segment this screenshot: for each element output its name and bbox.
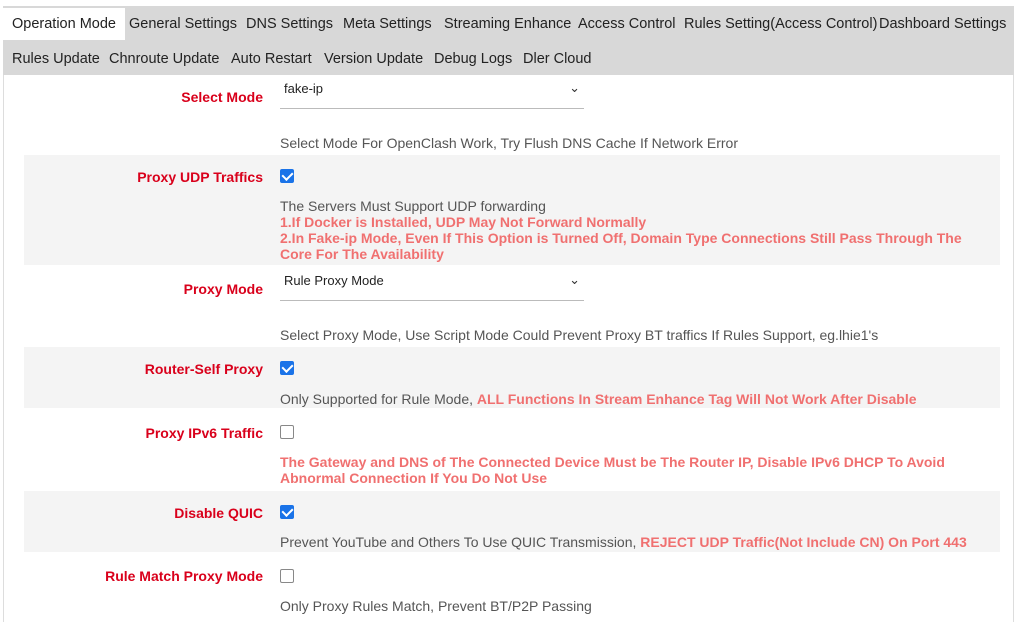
tab-chnroute-update[interactable]: Chnroute Update [100, 43, 228, 75]
proxy-mode-label: Proxy Mode [183, 281, 263, 297]
tab-auto-restart[interactable]: Auto Restart [222, 43, 321, 75]
chevron-down-icon: ⌄ [569, 80, 580, 95]
router-self-warn: ALL Functions In Stream Enhance Tag Will… [476, 391, 917, 407]
rule-match-label: Rule Match Proxy Mode [105, 568, 263, 584]
proxy-udp-label: Proxy UDP Traffics [137, 169, 263, 185]
tab-dashboard-settings[interactable]: Dashboard Settings [870, 8, 1015, 40]
proxy-udp-desc: The Servers Must Support UDP forwarding … [280, 198, 1000, 262]
ipv6-checkbox[interactable] [280, 425, 294, 439]
quic-desc: Prevent YouTube and Others To Use QUIC T… [280, 534, 1000, 550]
tab-dns-settings[interactable]: DNS Settings [237, 8, 342, 40]
ipv6-warn: The Gateway and DNS of The Connected Dev… [280, 454, 945, 486]
tab-rules-setting[interactable]: Rules Setting(Access Control) [675, 8, 886, 40]
tab-dler-cloud[interactable]: Dler Cloud [514, 43, 601, 75]
tab-streaming-enhance[interactable]: Streaming Enhance [435, 8, 580, 40]
proxy-udp-warn2: 2.In Fake-ip Mode, Even If This Option i… [280, 230, 962, 262]
ipv6-label: Proxy IPv6 Traffic [145, 425, 263, 441]
router-self-desc: Only Supported for Rule Mode, ALL Functi… [280, 391, 1000, 407]
settings-panel: Select Mode fake-ip ⌄ Select Mode For Op… [3, 75, 1014, 622]
proxy-mode-dropdown[interactable]: Rule Proxy Mode ⌄ [280, 267, 584, 301]
rule-match-desc: Only Proxy Rules Match, Prevent BT/P2P P… [280, 598, 592, 614]
quic-label: Disable QUIC [174, 505, 263, 521]
quic-checkbox[interactable] [280, 505, 294, 519]
rule-match-checkbox[interactable] [280, 569, 294, 583]
select-mode-value: fake-ip [284, 81, 324, 96]
proxy-udp-desc-text: The Servers Must Support UDP forwarding [280, 198, 546, 214]
tab-bar: Operation Mode General Settings DNS Sett… [3, 6, 1014, 75]
router-self-desc-text: Only Supported for Rule Mode, [280, 391, 477, 407]
proxy-udp-checkbox[interactable] [280, 169, 294, 183]
tab-version-update[interactable]: Version Update [315, 43, 432, 75]
proxy-mode-desc: Select Proxy Mode, Use Script Mode Could… [280, 327, 879, 343]
router-self-checkbox[interactable] [280, 361, 294, 375]
router-self-label: Router-Self Proxy [144, 361, 263, 377]
tab-access-control[interactable]: Access Control [569, 8, 685, 40]
select-mode-desc: Select Mode For OpenClash Work, Try Flus… [280, 135, 738, 151]
tab-operation-mode[interactable]: Operation Mode [3, 8, 125, 40]
proxy-mode-value: Rule Proxy Mode [284, 273, 384, 288]
proxy-udp-warn1: 1.If Docker is Installed, UDP May Not Fo… [280, 214, 647, 230]
tab-rules-update[interactable]: Rules Update [3, 43, 109, 75]
tab-general-settings[interactable]: General Settings [120, 8, 246, 40]
quic-desc-text: Prevent YouTube and Others To Use QUIC T… [280, 534, 641, 550]
tab-debug-logs[interactable]: Debug Logs [425, 43, 521, 75]
select-mode-label: Select Mode [181, 89, 263, 105]
chevron-down-icon: ⌄ [569, 272, 580, 287]
tab-meta-settings[interactable]: Meta Settings [334, 8, 441, 40]
quic-warn: REJECT UDP Traffic(Not Include CN) On Po… [640, 534, 967, 550]
select-mode-dropdown[interactable]: fake-ip ⌄ [280, 75, 584, 109]
